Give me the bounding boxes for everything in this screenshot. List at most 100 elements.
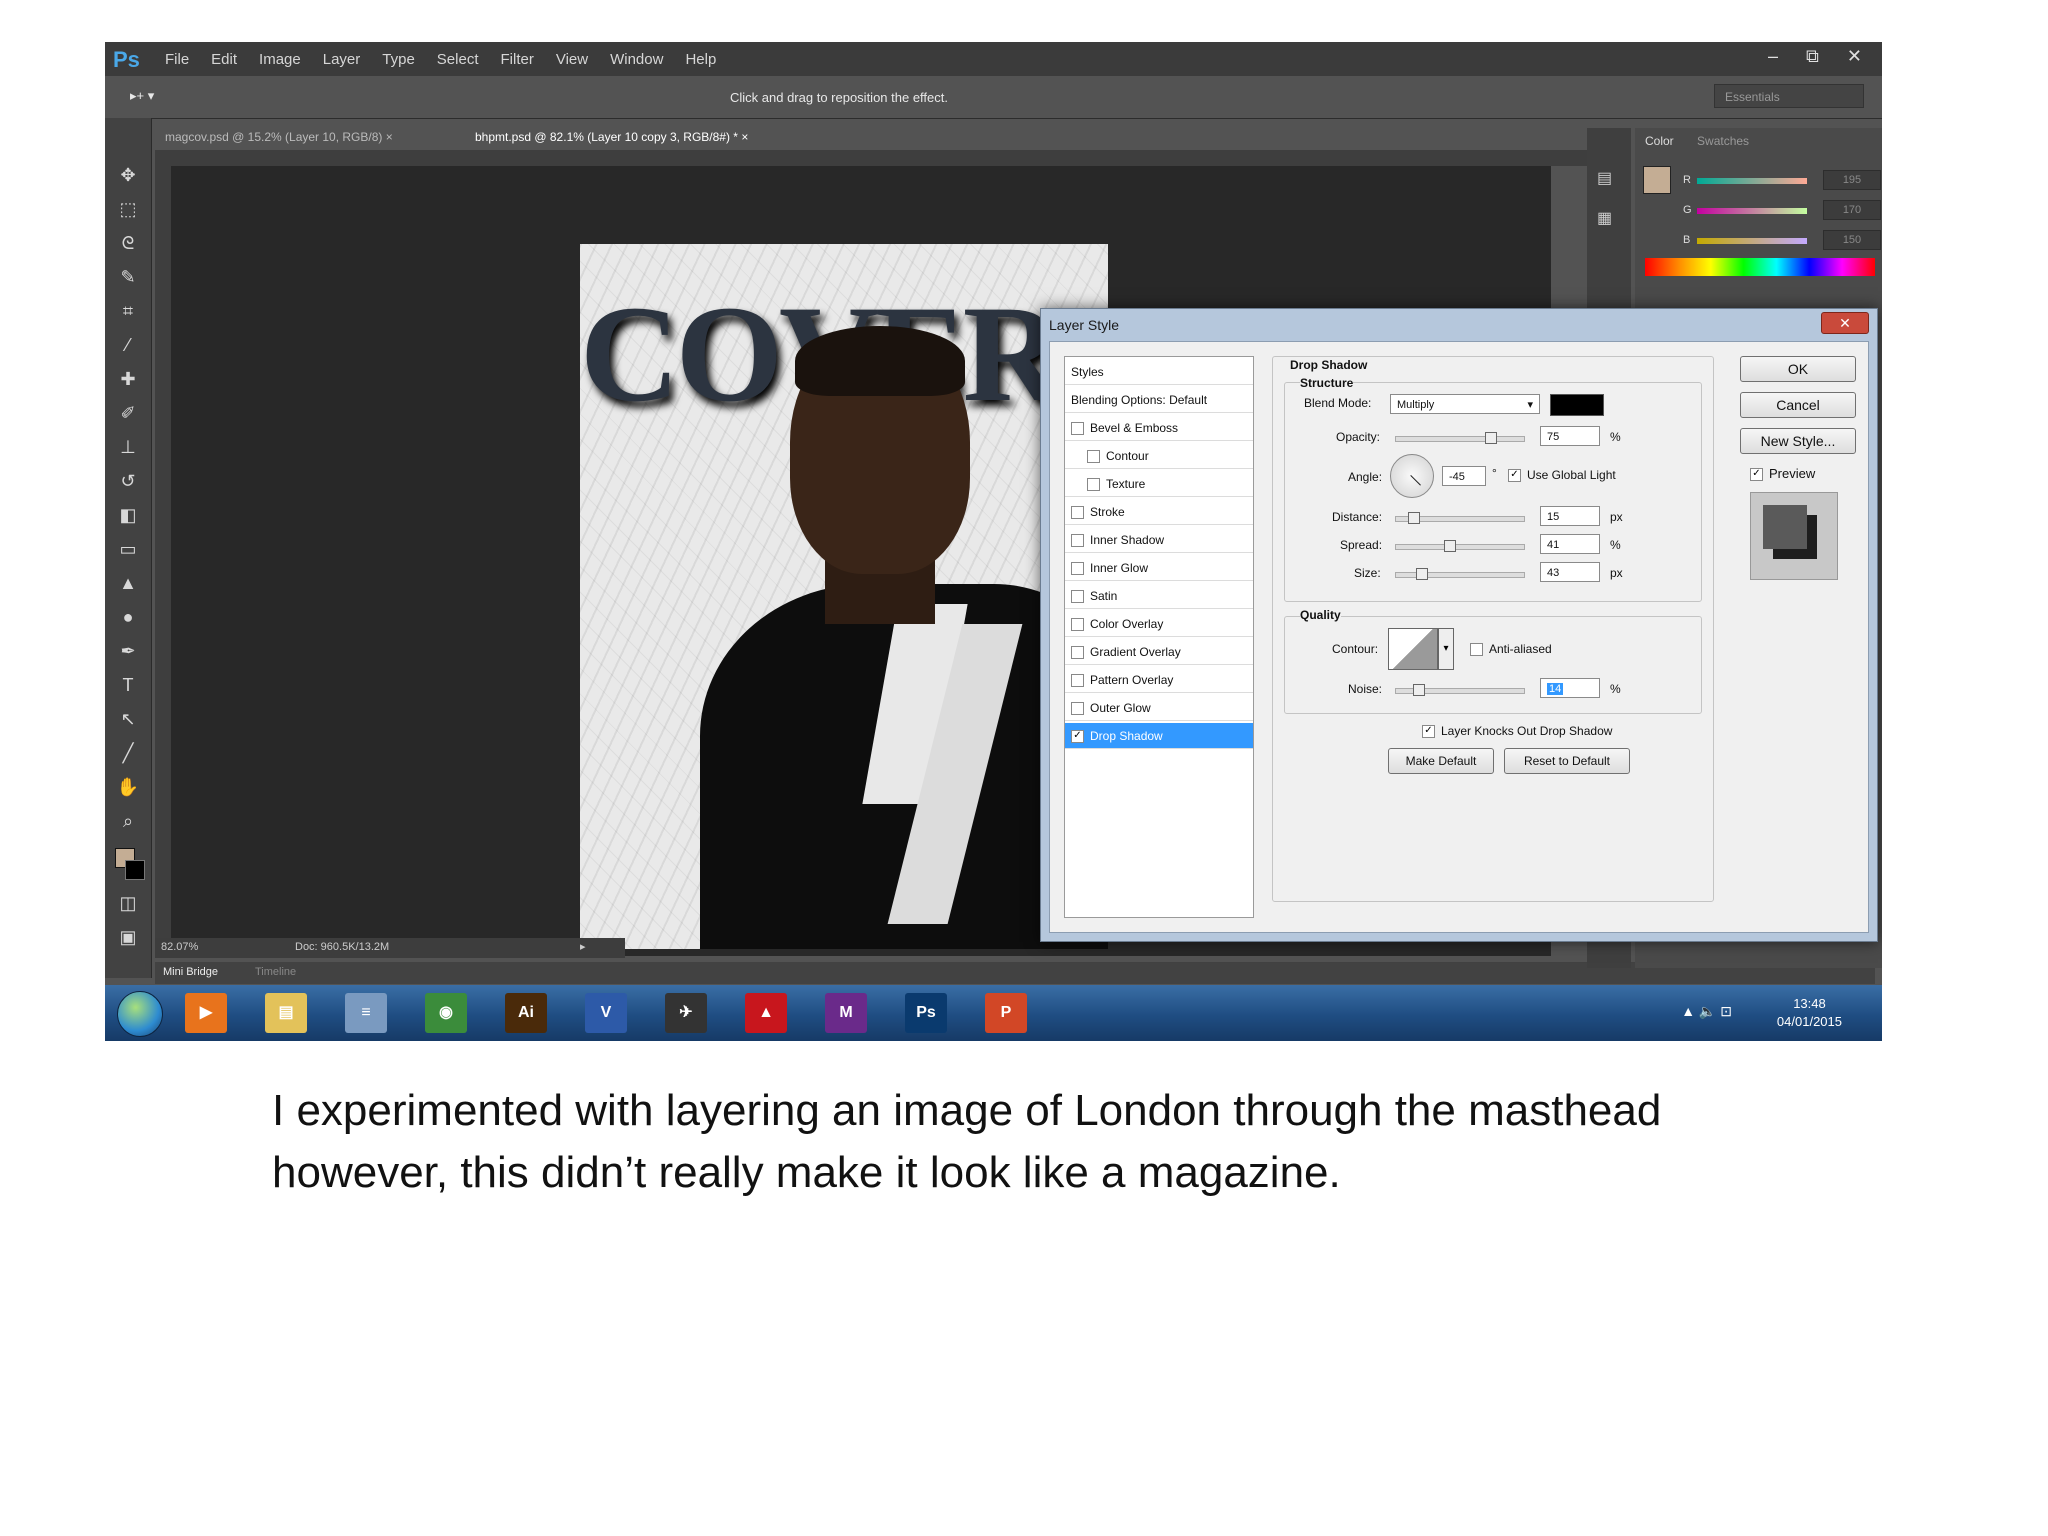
tab-timeline[interactable]: Timeline <box>255 966 296 978</box>
style-item[interactable]: Inner Shadow <box>1065 527 1253 553</box>
preview-wrap[interactable]: ✓ Preview <box>1750 466 1815 482</box>
make-default-button[interactable]: Make Default <box>1388 748 1494 774</box>
lasso-tool-icon[interactable]: ᘓ <box>115 230 141 256</box>
global-light-checkbox-wrap[interactable]: ✓ Use Global Light <box>1508 468 1616 483</box>
dialog-close-button[interactable]: ✕ <box>1821 312 1869 334</box>
taskbar-illustrator-icon[interactable]: Ai <box>505 993 547 1033</box>
size-slider[interactable] <box>1395 568 1525 580</box>
taskbar-chrome-icon[interactable]: ◉ <box>425 993 467 1033</box>
background-color-swatch[interactable] <box>125 860 145 880</box>
zoom-tool-icon[interactable]: ⌕ <box>115 808 141 834</box>
tab-color[interactable]: Color <box>1645 134 1674 148</box>
taskbar-app-dove-icon[interactable]: ✈ <box>665 993 707 1033</box>
taskbar-media-player-icon[interactable]: ▶ <box>185 993 227 1033</box>
anti-aliased-checkbox[interactable] <box>1470 643 1483 657</box>
style-item[interactable]: Styles <box>1065 359 1253 385</box>
start-button[interactable] <box>117 991 163 1037</box>
gradient-tool-icon[interactable]: ▭ <box>115 536 141 562</box>
hand-tool-icon[interactable]: ✋ <box>115 774 141 800</box>
style-item[interactable]: Stroke <box>1065 499 1253 525</box>
channel-r-value[interactable]: 195 <box>1823 170 1881 190</box>
menu-select[interactable]: Select <box>437 51 479 68</box>
taskbar-app-v-icon[interactable]: V <box>585 993 627 1033</box>
style-item-checkbox[interactable] <box>1087 478 1100 492</box>
channel-g-value[interactable]: 170 <box>1823 200 1881 220</box>
global-light-checkbox[interactable]: ✓ <box>1508 469 1521 483</box>
size-slider-knob[interactable] <box>1416 568 1429 580</box>
cancel-button[interactable]: Cancel <box>1740 392 1856 418</box>
distance-slider[interactable] <box>1395 512 1525 524</box>
history-panel-icon[interactable]: ▤ <box>1597 168 1612 188</box>
channel-r-slider[interactable] <box>1697 178 1807 184</box>
new-style-button[interactable]: New Style... <box>1740 428 1856 454</box>
color-spectrum-bar[interactable] <box>1645 258 1875 276</box>
tab-bhpmt[interactable]: bhpmt.psd @ 82.1% (Layer 10 copy 3, RGB/… <box>475 130 748 144</box>
crop-tool-icon[interactable]: ⌗ <box>115 298 141 324</box>
marquee-tool-icon[interactable]: ⬚ <box>115 196 141 222</box>
move-tool-preset-icon[interactable]: ▸+ ▾ <box>130 88 154 104</box>
taskbar-notepad-icon[interactable]: ≡ <box>345 993 387 1033</box>
screen-mode-icon[interactable]: ▣ <box>115 924 141 950</box>
style-item-checkbox[interactable] <box>1071 562 1084 576</box>
reset-default-button[interactable]: Reset to Default <box>1504 748 1630 774</box>
style-item-checkbox[interactable] <box>1071 618 1084 632</box>
menu-layer[interactable]: Layer <box>323 51 361 68</box>
style-item[interactable]: Gradient Overlay <box>1065 639 1253 665</box>
quick-select-tool-icon[interactable]: ✎ <box>115 264 141 290</box>
restore-button[interactable]: ⧉ <box>1806 46 1819 67</box>
opacity-input[interactable]: 75 <box>1540 426 1600 446</box>
taskbar-photoshop-icon[interactable]: Ps <box>905 993 947 1033</box>
properties-panel-icon[interactable]: ▦ <box>1597 208 1612 228</box>
menu-type[interactable]: Type <box>382 51 415 68</box>
style-item-checkbox[interactable] <box>1071 674 1084 688</box>
close-window-button[interactable]: ✕ <box>1847 46 1862 67</box>
anti-aliased-wrap[interactable]: Anti-aliased <box>1470 642 1552 657</box>
shadow-color-swatch[interactable] <box>1550 394 1604 416</box>
style-item[interactable]: Outer Glow <box>1065 695 1253 721</box>
minimize-button[interactable]: – <box>1768 46 1778 67</box>
style-item-checkbox[interactable]: ✓ <box>1071 730 1084 744</box>
spread-slider[interactable] <box>1395 540 1525 552</box>
menu-view[interactable]: View <box>556 51 588 68</box>
opacity-slider-knob[interactable] <box>1484 432 1497 444</box>
style-item[interactable]: Contour <box>1065 443 1253 469</box>
style-item-checkbox[interactable] <box>1071 534 1084 548</box>
menu-window[interactable]: Window <box>610 51 663 68</box>
menu-image[interactable]: Image <box>259 51 301 68</box>
tab-mini-bridge[interactable]: Mini Bridge <box>163 966 218 978</box>
taskbar-powerpoint-icon[interactable]: P <box>985 993 1027 1033</box>
taskbar-explorer-icon[interactable]: ▤ <box>265 993 307 1033</box>
history-brush-tool-icon[interactable]: ↺ <box>115 468 141 494</box>
knocks-out-wrap[interactable]: ✓ Layer Knocks Out Drop Shadow <box>1422 724 1612 739</box>
menu-filter[interactable]: Filter <box>501 51 534 68</box>
menu-edit[interactable]: Edit <box>211 51 237 68</box>
contour-picker[interactable] <box>1388 628 1438 670</box>
spread-input[interactable]: 41 <box>1540 534 1600 554</box>
line-tool-icon[interactable]: ╱ <box>115 740 141 766</box>
menu-file[interactable]: File <box>165 51 189 68</box>
noise-slider[interactable] <box>1395 684 1525 696</box>
distance-input[interactable]: 15 <box>1540 506 1600 526</box>
style-item[interactable]: Satin <box>1065 583 1253 609</box>
stamp-tool-icon[interactable]: ⊥ <box>115 434 141 460</box>
channel-b-value[interactable]: 150 <box>1823 230 1881 250</box>
style-item[interactable]: Bevel & Emboss <box>1065 415 1253 441</box>
opacity-slider[interactable] <box>1395 432 1525 444</box>
dialog-titlebar[interactable]: Layer Style ✕ <box>1041 309 1877 339</box>
noise-input[interactable]: 14 <box>1540 678 1600 698</box>
foreground-color-chip[interactable] <box>1643 166 1671 194</box>
pen-tool-icon[interactable]: ✒ <box>115 638 141 664</box>
angle-dial[interactable] <box>1390 454 1434 498</box>
system-tray[interactable]: ▲ 🔈 ⊡ <box>1681 1003 1732 1020</box>
eraser-tool-icon[interactable]: ◧ <box>115 502 141 528</box>
preview-checkbox[interactable]: ✓ <box>1750 468 1763 482</box>
knocks-out-checkbox[interactable]: ✓ <box>1422 725 1435 739</box>
style-item-checkbox[interactable] <box>1071 646 1084 660</box>
tab-magcov[interactable]: magcov.psd @ 15.2% (Layer 10, RGB/8) × <box>165 130 393 144</box>
healing-brush-tool-icon[interactable]: ✚ <box>115 366 141 392</box>
angle-input[interactable]: -45 <box>1442 466 1486 486</box>
noise-slider-knob[interactable] <box>1412 684 1425 696</box>
type-tool-icon[interactable]: T <box>115 672 141 698</box>
workspace-switcher[interactable]: Essentials <box>1714 84 1864 108</box>
tab-swatches[interactable]: Swatches <box>1697 134 1749 148</box>
